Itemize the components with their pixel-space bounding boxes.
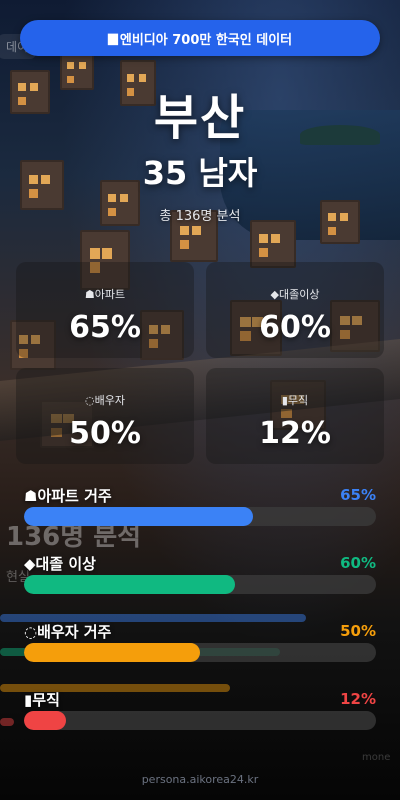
sample-count: 총 136명 분석 bbox=[159, 209, 241, 224]
progress-track bbox=[24, 507, 376, 526]
progress-fill bbox=[24, 507, 253, 526]
metric-label: ◆대졸 이상 bbox=[24, 555, 96, 573]
metric-percent: 12% bbox=[340, 690, 376, 708]
graduation-cap-icon: ◆ bbox=[270, 288, 279, 301]
stat-card-label: ▮무직 bbox=[281, 394, 309, 407]
metric-unemployed: ▮무직 12% bbox=[24, 689, 376, 739]
metric-apartment: ☗아파트 거주 65% bbox=[24, 485, 376, 535]
stat-card-apartment: ☗아파트 65% bbox=[16, 262, 194, 358]
stat-card-spouse: ◌배우자 50% bbox=[16, 368, 194, 464]
stat-card-label: ☗아파트 bbox=[84, 288, 126, 301]
stat-card-value: 65% bbox=[69, 310, 141, 345]
metric-spouse: ◌배우자 거주 50% bbox=[24, 621, 376, 671]
progress-track bbox=[24, 643, 376, 662]
ring-icon: ◌ bbox=[85, 394, 95, 407]
footer-url[interactable]: persona.aikorea24.kr bbox=[0, 773, 400, 786]
stat-card-value: 50% bbox=[69, 416, 141, 451]
stat-card-label: ◆대졸이상 bbox=[270, 288, 320, 301]
graduation-cap-icon: ◆ bbox=[24, 555, 36, 573]
dataset-title: 엔비디아 700만 한국인 데이터 bbox=[119, 32, 293, 48]
metric-label: ▮무직 bbox=[24, 691, 60, 709]
stat-card-education: ◆대졸이상 60% bbox=[206, 262, 384, 358]
metric-percent: 50% bbox=[340, 622, 376, 640]
city-title: 부산 bbox=[153, 90, 247, 146]
metric-percent: 65% bbox=[340, 486, 376, 504]
apartment-icon: ☗ bbox=[84, 288, 95, 301]
metric-label: ☗아파트 거주 bbox=[24, 487, 112, 505]
progress-fill bbox=[24, 575, 236, 594]
persona-subtitle: 35 남자 bbox=[142, 154, 258, 192]
dataset-title-pill[interactable]: ▆ 엔비디아 700만 한국인 데이터 bbox=[20, 20, 380, 56]
stat-card-value: 60% bbox=[259, 310, 331, 345]
metric-percent: 60% bbox=[340, 554, 376, 572]
metric-education: ◆대졸 이상 60% bbox=[24, 553, 376, 603]
stat-card-label: ◌배우자 bbox=[85, 394, 125, 407]
apartment-icon: ☗ bbox=[24, 487, 38, 505]
progress-fill bbox=[24, 643, 200, 662]
metric-label: ◌배우자 거주 bbox=[24, 623, 112, 641]
flag-icon: ▆ bbox=[107, 30, 118, 46]
stat-card-value: 12% bbox=[259, 416, 331, 451]
progress-fill bbox=[24, 711, 67, 730]
ring-icon: ◌ bbox=[24, 623, 38, 641]
stat-card-unemployed: ▮무직 12% bbox=[206, 368, 384, 464]
progress-track bbox=[24, 575, 376, 594]
progress-track bbox=[24, 711, 376, 730]
